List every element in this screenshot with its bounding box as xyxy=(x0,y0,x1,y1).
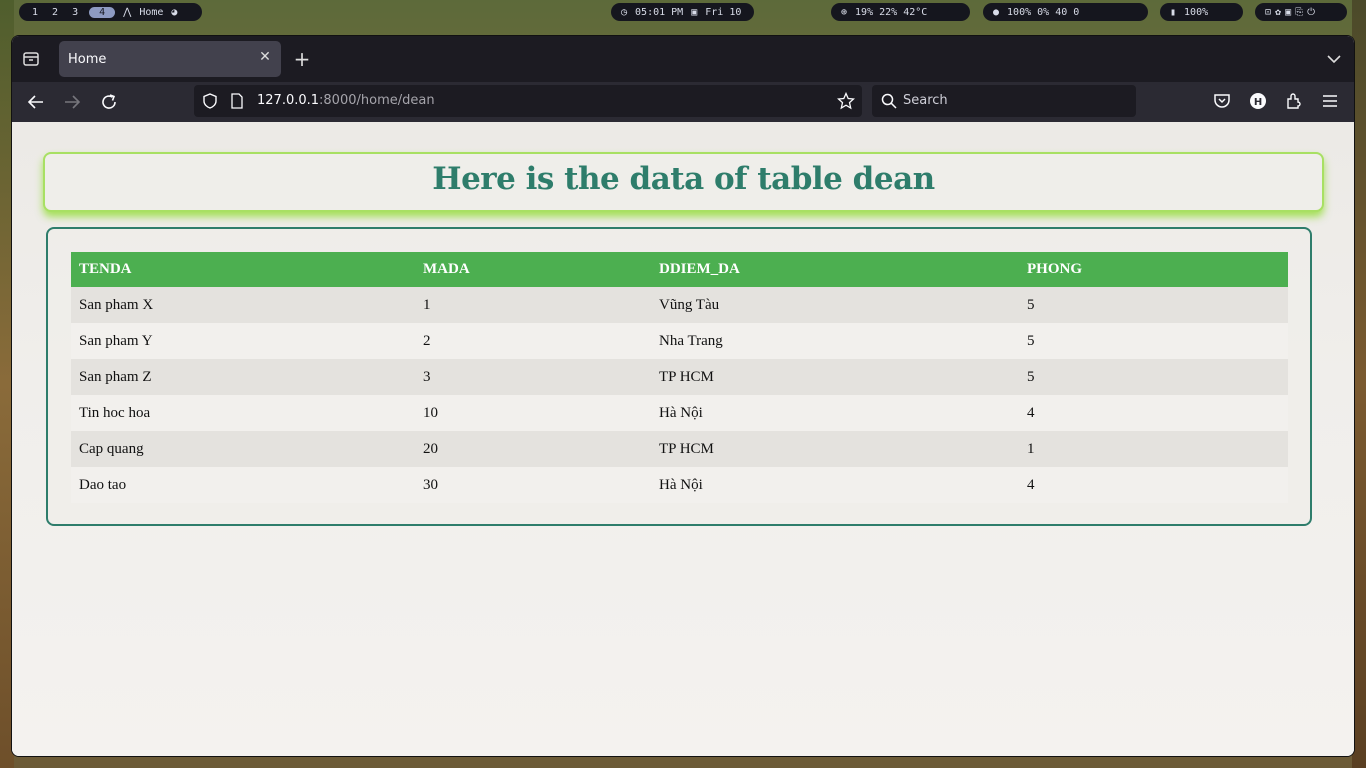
cell-ddiem-da: Vũng Tàu xyxy=(651,287,1019,323)
cell-tenda: San pham Y xyxy=(71,323,415,359)
column-header-ddiem-da: DDIEM_DA xyxy=(651,252,1019,287)
tab-title: Home xyxy=(68,51,107,67)
url-text[interactable]: 127.0.0.1:8000/home/dean xyxy=(257,93,435,108)
firefox-icon: ◕ xyxy=(171,6,178,18)
power-pill: ⊡ ✿ ▣ ⎘ ⏻ xyxy=(1255,3,1347,21)
clock-icon: ◷ xyxy=(621,6,628,18)
forward-icon[interactable] xyxy=(61,91,83,113)
cell-mada: 20 xyxy=(415,431,651,467)
clock-time: 05:01 PM xyxy=(635,6,684,18)
settings-icon[interactable]: ✿ xyxy=(1275,7,1281,18)
back-icon[interactable] xyxy=(25,91,47,113)
search-placeholder: Search xyxy=(903,93,948,108)
search-icon xyxy=(881,93,897,113)
cell-phong: 5 xyxy=(1019,323,1288,359)
column-header-mada: MADA xyxy=(415,252,651,287)
extensions-icon[interactable] xyxy=(1284,91,1306,113)
battery-pill: ▮ 100% xyxy=(1160,3,1243,21)
cell-phong: 4 xyxy=(1019,395,1288,431)
cell-tenda: Cap quang xyxy=(71,431,415,467)
new-tab-icon[interactable]: + xyxy=(291,48,313,70)
cell-tenda: Tin hoc hoa xyxy=(71,395,415,431)
column-header-phong: PHONG xyxy=(1019,252,1288,287)
workspace-4[interactable]: 4 xyxy=(89,6,116,18)
svg-text:H: H xyxy=(1254,97,1262,108)
table-row: San pham X 1 Vũng Tàu 5 xyxy=(71,287,1288,323)
column-header-tenda: TENDA xyxy=(71,252,415,287)
account-avatar-icon[interactable]: H xyxy=(1248,91,1270,113)
tab-tray-icon[interactable] xyxy=(22,50,40,68)
navigation-bar: 127.0.0.1:8000/home/dean Search H xyxy=(12,82,1354,122)
audio-pill: ● 100% 0% 40 0 xyxy=(983,3,1148,21)
page-content: Here is the data of table dean TENDA MAD… xyxy=(12,122,1354,756)
sleep-icon[interactable]: ▣ xyxy=(1285,7,1291,18)
cpu-icon: ⊕ xyxy=(841,6,848,18)
cell-tenda: Dao tao xyxy=(71,467,415,503)
heading-box: Here is the data of table dean xyxy=(43,152,1324,212)
cell-mada: 2 xyxy=(415,323,651,359)
tab-home[interactable]: Home ✕ xyxy=(59,41,281,77)
url-bar[interactable]: 127.0.0.1:8000/home/dean xyxy=(194,85,862,117)
close-tab-icon[interactable]: ✕ xyxy=(257,49,273,65)
audio-stats: 100% 0% 40 0 xyxy=(1007,6,1080,18)
system-stats: 19% 22% 42°C xyxy=(855,6,928,18)
power-icon[interactable]: ⏻ xyxy=(1307,7,1315,18)
lock-icon[interactable]: ⊡ xyxy=(1265,7,1271,18)
workspace-1[interactable]: 1 xyxy=(29,7,41,18)
cell-mada: 3 xyxy=(415,359,651,395)
system-topbar: 1 2 3 4 ⋀ Home ◕ ◷ 05:01 PM ▣ Fri 10 ⊕ 1… xyxy=(0,0,1366,26)
cell-mada: 1 xyxy=(415,287,651,323)
cell-phong: 5 xyxy=(1019,287,1288,323)
system-stats-pill: ⊕ 19% 22% 42°C xyxy=(831,3,970,21)
table-row: San pham Z 3 TP HCM 5 xyxy=(71,359,1288,395)
cell-ddiem-da: Hà Nội xyxy=(651,467,1019,503)
table-row: San pham Y 2 Nha Trang 5 xyxy=(71,323,1288,359)
cell-mada: 10 xyxy=(415,395,651,431)
shield-icon[interactable] xyxy=(202,93,218,113)
table-row: Tin hoc hoa 10 Hà Nội 4 xyxy=(71,395,1288,431)
browser-window: Home ✕ + 127.0.0.1:8000/home/dean Search… xyxy=(11,35,1355,757)
chevron-down-icon[interactable] xyxy=(1324,49,1344,69)
active-window-title: Home xyxy=(139,6,164,18)
pocket-icon[interactable] xyxy=(1212,91,1234,113)
table-header-row: TENDA MADA DDIEM_DA PHONG xyxy=(71,252,1288,287)
bookmark-star-icon[interactable] xyxy=(836,91,856,114)
search-bar[interactable]: Search xyxy=(872,85,1136,117)
clock-pill: ◷ 05:01 PM ▣ Fri 10 xyxy=(611,3,754,21)
cell-phong: 5 xyxy=(1019,359,1288,395)
battery-icon: ▮ xyxy=(1170,6,1177,18)
cell-mada: 30 xyxy=(415,467,651,503)
battery-level: 100% xyxy=(1184,6,1209,18)
table-container: TENDA MADA DDIEM_DA PHONG San pham X 1 V… xyxy=(46,227,1312,526)
brightness-icon: ● xyxy=(993,6,1000,18)
url-path: :8000/home/dean xyxy=(319,93,435,108)
cell-phong: 1 xyxy=(1019,431,1288,467)
cell-tenda: San pham X xyxy=(71,287,415,323)
cell-ddiem-da: TP HCM xyxy=(651,359,1019,395)
clock-date: Fri 10 xyxy=(705,6,742,18)
calendar-icon: ▣ xyxy=(691,6,698,18)
workspace-3[interactable]: 3 xyxy=(69,7,81,18)
logout-icon[interactable]: ⎘ xyxy=(1295,7,1303,18)
cell-ddiem-da: Hà Nội xyxy=(651,395,1019,431)
menu-icon[interactable] xyxy=(1320,91,1342,113)
cell-ddiem-da: TP HCM xyxy=(651,431,1019,467)
cell-phong: 4 xyxy=(1019,467,1288,503)
reload-icon[interactable] xyxy=(98,91,120,113)
url-host: 127.0.0.1 xyxy=(257,93,320,108)
workspace-2[interactable]: 2 xyxy=(49,7,61,18)
dean-table: TENDA MADA DDIEM_DA PHONG San pham X 1 V… xyxy=(71,252,1288,503)
cell-ddiem-da: Nha Trang xyxy=(651,323,1019,359)
page-title: Here is the data of table dean xyxy=(432,161,935,197)
table-row: Cap quang 20 TP HCM 1 xyxy=(71,431,1288,467)
tab-strip: Home ✕ + xyxy=(12,36,1354,82)
arch-icon: ⋀ xyxy=(123,6,132,18)
cell-tenda: San pham Z xyxy=(71,359,415,395)
page-icon[interactable] xyxy=(230,93,244,113)
table-row: Dao tao 30 Hà Nội 4 xyxy=(71,467,1288,503)
workspace-pill: 1 2 3 4 ⋀ Home ◕ xyxy=(19,3,202,21)
